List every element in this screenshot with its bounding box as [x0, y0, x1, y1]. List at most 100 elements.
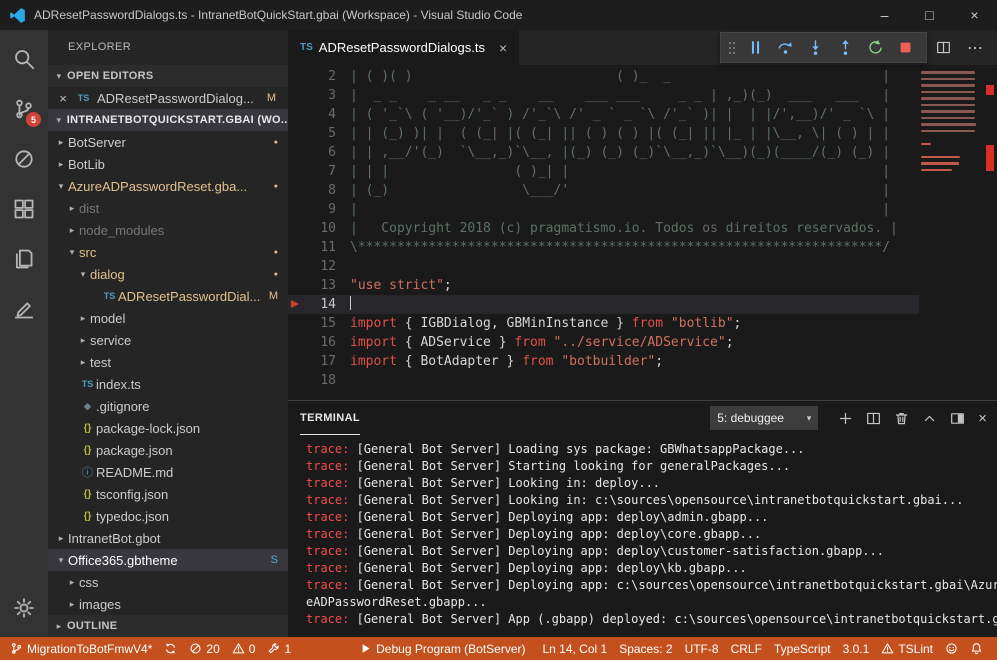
- code-line[interactable]: 5| | (_) )| | ( (_| |( (_| || ( ) ( ) |(…: [288, 124, 983, 143]
- status-errors[interactable]: 20: [183, 637, 225, 660]
- status-debug-program[interactable]: Debug Program (BotServer): [353, 637, 531, 660]
- code-line[interactable]: 8| (_) \___/' |: [288, 181, 983, 200]
- close-icon[interactable]: ×: [978, 410, 987, 427]
- tree-item-service[interactable]: ▸service: [48, 329, 288, 351]
- activity-bar-item-edit[interactable]: [0, 284, 48, 334]
- tree-item-intranetbot-gbot[interactable]: ▸IntranetBot.gbot: [48, 527, 288, 549]
- tree-item-src[interactable]: ▾src●: [48, 241, 288, 263]
- close-icon[interactable]: ×: [56, 91, 70, 106]
- tree-item-tsconfig-json[interactable]: {}tsconfig.json: [48, 483, 288, 505]
- status-tasks[interactable]: 1: [261, 637, 297, 660]
- tree-item-botlib[interactable]: ▸BotLib: [48, 153, 288, 175]
- restart-button[interactable]: [860, 34, 890, 62]
- trace-label: trace:: [306, 442, 349, 456]
- overview-ruler[interactable]: [983, 65, 997, 400]
- tree-item-node-modules[interactable]: ▸node_modules: [48, 219, 288, 241]
- code-line[interactable]: 14: [288, 295, 983, 314]
- tree-item-package-json[interactable]: {}package.json: [48, 439, 288, 461]
- status-feedback[interactable]: [939, 637, 964, 660]
- tree-item-dist[interactable]: ▸dist: [48, 197, 288, 219]
- status-ts-version[interactable]: 3.0.1: [837, 637, 876, 660]
- tree-item-adresetpassworddial-[interactable]: TSADResetPasswordDial...M: [48, 285, 288, 307]
- open-editor-item[interactable]: ×TSADResetPasswordDialog...M: [48, 87, 288, 109]
- open-editors-header[interactable]: ▾ OPEN EDITORS: [48, 65, 288, 87]
- tree-item-dialog[interactable]: ▾dialog●: [48, 263, 288, 285]
- terminal-lines: trace: [General Bot Server] Loading sys …: [306, 441, 997, 628]
- workspace-header[interactable]: ▾ INTRANETBOTQUICKSTART.GBAI (WO...: [48, 109, 288, 131]
- item-label: css: [79, 575, 278, 590]
- code-line[interactable]: 7| | | ( )_| | |: [288, 162, 983, 181]
- tree-item-readme-md[interactable]: ⓘREADME.md: [48, 461, 288, 483]
- tab-adresetpassworddialogs[interactable]: TS ADResetPasswordDialogs.ts ×: [288, 30, 519, 65]
- activity-bar-item-search[interactable]: [0, 34, 48, 84]
- code-line[interactable]: 4| ( '_`\ ( '__)/'_` ) /'_`\ /' _ ` _ `\…: [288, 105, 983, 124]
- search-icon: [13, 48, 35, 70]
- close-window-button[interactable]: ×: [952, 0, 997, 30]
- pause-button[interactable]: [740, 34, 770, 62]
- status-language-mode[interactable]: TypeScript: [768, 637, 837, 660]
- step-out-button[interactable]: [830, 34, 860, 62]
- tree-item-botserver[interactable]: ▸BotServer●: [48, 131, 288, 153]
- status-sync[interactable]: [158, 637, 183, 660]
- activity-bar: 5: [0, 30, 48, 637]
- step-into-button[interactable]: [800, 34, 830, 62]
- split-editor-icon[interactable]: [936, 40, 951, 55]
- split-terminal-icon[interactable]: [866, 411, 881, 426]
- code-line[interactable]: 6| | ,__/'(_) `\__,_)`\__, |(_) (_) (_)`…: [288, 143, 983, 162]
- activity-bar-item-source-control[interactable]: 5: [0, 84, 48, 134]
- step-over-button[interactable]: [770, 34, 800, 62]
- status-git-branch[interactable]: MigrationToBotFmwV4*: [4, 637, 158, 660]
- tree-item-model[interactable]: ▸model: [48, 307, 288, 329]
- terminal-tab[interactable]: TERMINAL: [300, 401, 360, 435]
- code-line[interactable]: 16import { ADService } from "../service/…: [288, 333, 983, 352]
- tree-item-azureadpasswordreset-gba-[interactable]: ▾AzureADPasswordReset.gba...●: [48, 175, 288, 197]
- code-line[interactable]: 2| ( )( ) ( )_ _ |: [288, 67, 983, 86]
- tab-close-icon[interactable]: ×: [499, 40, 507, 56]
- minimize-button[interactable]: –: [862, 0, 907, 30]
- activity-bar-item-files[interactable]: [0, 234, 48, 284]
- tree-item-office365-gbtheme[interactable]: ▾Office365.gbthemeS: [48, 549, 288, 571]
- stop-button[interactable]: [890, 34, 920, 62]
- more-actions-icon[interactable]: ⋯: [967, 38, 983, 58]
- activity-bar-item-debug[interactable]: [0, 134, 48, 184]
- tree-item-package-lock-json[interactable]: {}package-lock.json: [48, 417, 288, 439]
- code-area: 2| ( )( ) ( )_ _ |3| _ _ _ __ _ _ __ ___…: [288, 67, 983, 390]
- terminal-output[interactable]: trace: [General Bot Server] Loading sys …: [288, 435, 997, 637]
- tree-item-images[interactable]: ▸images: [48, 593, 288, 615]
- code-line[interactable]: 18: [288, 371, 983, 390]
- tree-item-css[interactable]: ▸css: [48, 571, 288, 593]
- code-line[interactable]: 11\*************************************…: [288, 238, 983, 257]
- plus-icon[interactable]: [838, 411, 853, 426]
- activity-bar-item-extensions[interactable]: [0, 184, 48, 234]
- tree-item--gitignore[interactable]: ◆.gitignore: [48, 395, 288, 417]
- code-line[interactable]: 15import { IGBDialog, GBMinInstance } fr…: [288, 314, 983, 333]
- outline-header[interactable]: ▸ OUTLINE: [48, 615, 288, 637]
- terminal-dropdown[interactable]: 5: debuggee ▾: [710, 406, 818, 430]
- status-notifications[interactable]: [964, 637, 989, 660]
- status-eol[interactable]: CRLF: [725, 637, 768, 660]
- status-encoding[interactable]: UTF-8: [679, 637, 725, 660]
- tree-item-test[interactable]: ▸test: [48, 351, 288, 373]
- code-line[interactable]: 10| Copyright 2018 (c) pragmatismo.io. T…: [288, 219, 983, 238]
- code-line[interactable]: 3| _ _ _ __ _ _ __ ___ ___ _ _ | ,_)(_) …: [288, 86, 983, 105]
- tree-item-index-ts[interactable]: TSindex.ts: [48, 373, 288, 395]
- trash-icon[interactable]: [894, 411, 909, 426]
- status-warnings[interactable]: 0: [226, 637, 262, 660]
- files-icon: [13, 248, 35, 270]
- code-line[interactable]: 12: [288, 257, 983, 276]
- code-editor[interactable]: 2| ( )( ) ( )_ _ |3| _ _ _ __ _ _ __ ___…: [288, 65, 997, 400]
- maximize-button[interactable]: □: [907, 0, 952, 30]
- settings-gear-button[interactable]: [0, 583, 48, 633]
- status-indentation[interactable]: Spaces: 2: [613, 637, 678, 660]
- tree-item-typedoc-json[interactable]: {}typedoc.json: [48, 505, 288, 527]
- panel-right-icon[interactable]: [950, 411, 965, 426]
- outline-label: OUTLINE: [67, 620, 117, 632]
- code-line[interactable]: 9| |: [288, 200, 983, 219]
- code-line[interactable]: 13"use strict";: [288, 276, 983, 295]
- status-tslint[interactable]: TSLint: [875, 637, 939, 660]
- drag-handle-icon[interactable]: [727, 40, 737, 56]
- minimap[interactable]: [919, 65, 983, 400]
- status-cursor-position[interactable]: Ln 14, Col 1: [536, 637, 613, 660]
- code-line[interactable]: 17import { BotAdapter } from "botbuilder…: [288, 352, 983, 371]
- chevron-up-icon[interactable]: [922, 411, 937, 426]
